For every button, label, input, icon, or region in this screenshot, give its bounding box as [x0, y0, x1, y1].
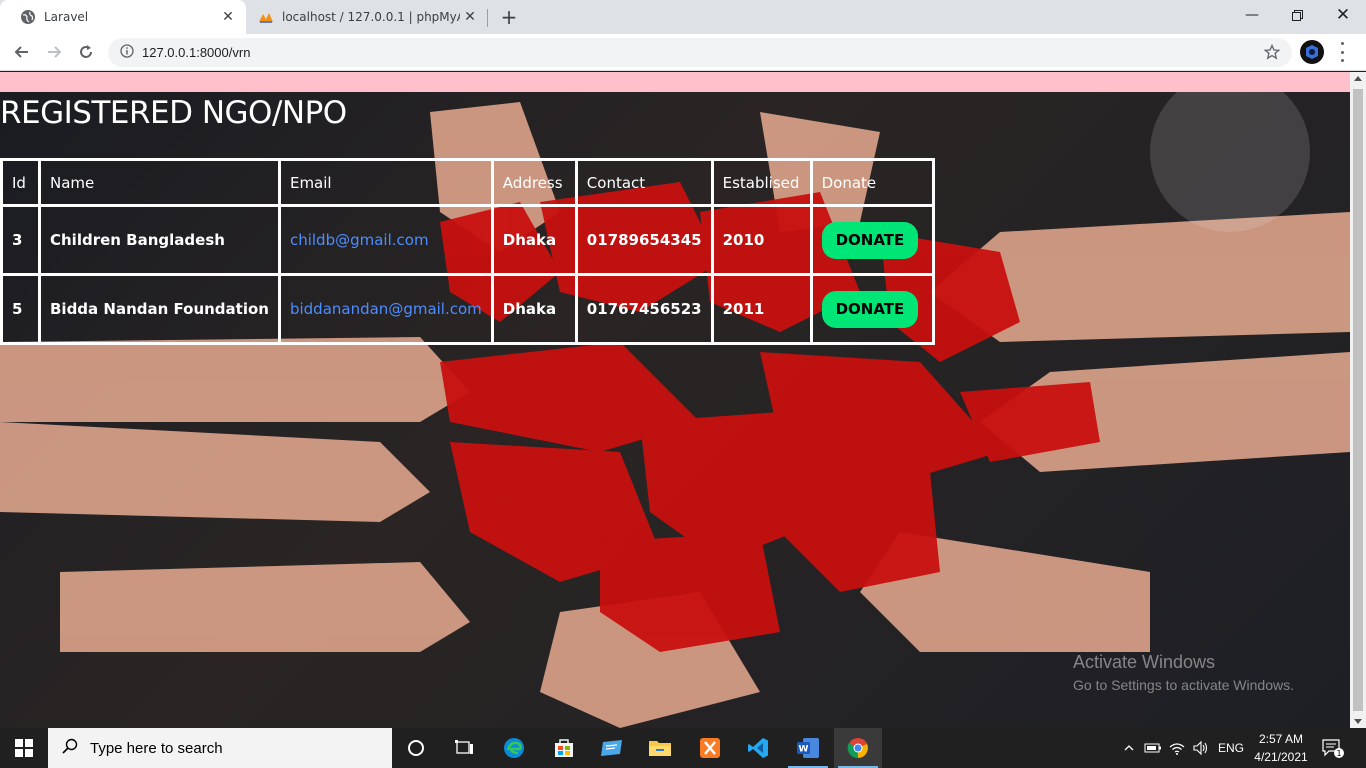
word-icon[interactable]: W — [784, 728, 832, 768]
page-title: REGISTERED NGO/NPO — [0, 95, 347, 131]
network-icon[interactable] — [1166, 728, 1188, 768]
cell-id: 5 — [0, 273, 41, 345]
search-icon — [62, 738, 78, 758]
cell-email-link[interactable]: biddanandan@gmail.com — [277, 273, 494, 345]
windows-start-icon[interactable] — [0, 728, 48, 768]
minimize-button[interactable]: — — [1229, 0, 1275, 30]
cortana-icon[interactable] — [392, 728, 440, 768]
profile-avatar[interactable] — [1300, 40, 1324, 64]
close-tab-icon[interactable]: ✕ — [218, 7, 238, 27]
tab-title: Laravel — [44, 10, 89, 24]
col-header-established: Establised — [710, 158, 813, 207]
page-viewport: REGISTERED NGO/NPO Id Name Email Address… — [0, 72, 1350, 728]
cell-established: 2011 — [710, 273, 813, 345]
col-header-name: Name — [38, 158, 281, 207]
cell-name: Children Bangladesh — [38, 204, 281, 276]
cell-established: 2010 — [710, 204, 813, 276]
store-icon[interactable] — [540, 728, 588, 768]
tab-strip: Laravel ✕ localhost / 127.0.0.1 | phpMyA… — [0, 0, 1366, 34]
maximize-button[interactable] — [1274, 0, 1320, 30]
phpmyadmin-icon — [258, 9, 274, 25]
cell-name: Bidda Nandan Foundation — [38, 273, 281, 345]
cell-contact: 01789654345 — [574, 204, 714, 276]
xampp-icon[interactable] — [686, 728, 734, 768]
col-header-address: Address — [490, 158, 578, 207]
tab-phpmyadmin[interactable]: localhost / 127.0.0.1 | phpMyAdm ✕ — [248, 0, 488, 34]
forward-button[interactable] — [40, 38, 68, 66]
activate-windows-watermark: Activate Windows Go to Settings to activ… — [1073, 652, 1294, 693]
top-nav-bar — [0, 72, 1350, 92]
clock-time: 2:57 AM — [1258, 732, 1304, 746]
scroll-down-arrow-icon[interactable] — [1354, 719, 1362, 724]
svg-text:W: W — [799, 745, 809, 755]
volume-icon[interactable] — [1190, 728, 1212, 768]
col-header-contact: Contact — [574, 158, 714, 207]
bookmark-star-icon[interactable] — [1263, 43, 1281, 64]
ngo-table: Id Name Email Address Contact Establised… — [0, 158, 935, 345]
cell-id: 3 — [0, 204, 41, 276]
notification-count: 1 — [1336, 749, 1341, 758]
scrollbar-thumb[interactable] — [1353, 89, 1363, 711]
taskbar: Type here to search W ENG 2:57 AM 4/21/2… — [0, 728, 1366, 768]
address-bar[interactable]: 127.0.0.1:8000/vrn — [108, 38, 1292, 67]
show-hidden-icons-chevron-icon[interactable] — [1118, 728, 1140, 768]
cell-email-link[interactable]: childb@gmail.com — [277, 204, 494, 276]
cell-address: Dhaka — [490, 204, 578, 276]
url-text: 127.0.0.1:8000/vrn — [142, 45, 251, 60]
scroll-up-arrow-icon[interactable] — [1354, 76, 1362, 81]
table-row: 5 Bidda Nandan Foundation biddanandan@gm… — [0, 273, 935, 345]
col-header-donate: Donate — [809, 158, 935, 207]
col-header-id: Id — [0, 158, 41, 207]
clock-date: 4/21/2021 — [1254, 750, 1308, 764]
remote-desktop-icon[interactable] — [588, 728, 636, 768]
task-view-icon[interactable] — [440, 728, 488, 768]
action-center-icon[interactable]: 1 — [1318, 728, 1348, 768]
cell-address: Dhaka — [490, 273, 578, 345]
edge-icon[interactable] — [490, 728, 538, 768]
tab-laravel[interactable]: Laravel ✕ — [0, 0, 246, 34]
cell-contact: 01767456523 — [574, 273, 714, 345]
cell-donate: DONATE — [809, 273, 935, 345]
language-indicator[interactable]: ENG — [1214, 728, 1248, 768]
file-explorer-icon[interactable] — [636, 728, 684, 768]
table-row: 3 Children Bangladesh childb@gmail.com D… — [0, 204, 935, 276]
watermark-title: Activate Windows — [1073, 652, 1216, 672]
globe-icon — [20, 9, 36, 25]
new-tab-button[interactable]: + — [498, 5, 520, 29]
browser-toolbar: 127.0.0.1:8000/vrn — [0, 34, 1366, 71]
taskbar-clock[interactable]: 2:57 AM 4/21/2021 — [1252, 730, 1310, 766]
back-button[interactable] — [8, 38, 36, 66]
close-tab-icon[interactable]: ✕ — [460, 7, 480, 27]
tab-separator — [487, 9, 488, 27]
vertical-scrollbar[interactable] — [1350, 72, 1366, 728]
battery-icon[interactable] — [1142, 728, 1164, 768]
donate-button[interactable]: DONATE — [821, 221, 919, 259]
cell-donate: DONATE — [809, 204, 935, 276]
reload-button[interactable] — [72, 38, 100, 66]
close-window-button[interactable]: ✕ — [1320, 0, 1366, 30]
tab-title: localhost / 127.0.0.1 | phpMyAdm — [282, 10, 460, 24]
chrome-icon[interactable] — [834, 728, 882, 768]
watermark-subtitle: Go to Settings to activate Windows. — [1073, 677, 1294, 693]
vscode-icon[interactable] — [734, 728, 782, 768]
donate-button[interactable]: DONATE — [821, 290, 919, 328]
table-header-row: Id Name Email Address Contact Establised… — [0, 158, 935, 207]
search-placeholder: Type here to search — [90, 739, 223, 757]
info-icon[interactable] — [120, 43, 134, 62]
col-header-email: Email — [277, 158, 494, 207]
taskbar-search-box[interactable]: Type here to search — [48, 728, 392, 768]
browser-menu-icon[interactable] — [1336, 42, 1348, 62]
